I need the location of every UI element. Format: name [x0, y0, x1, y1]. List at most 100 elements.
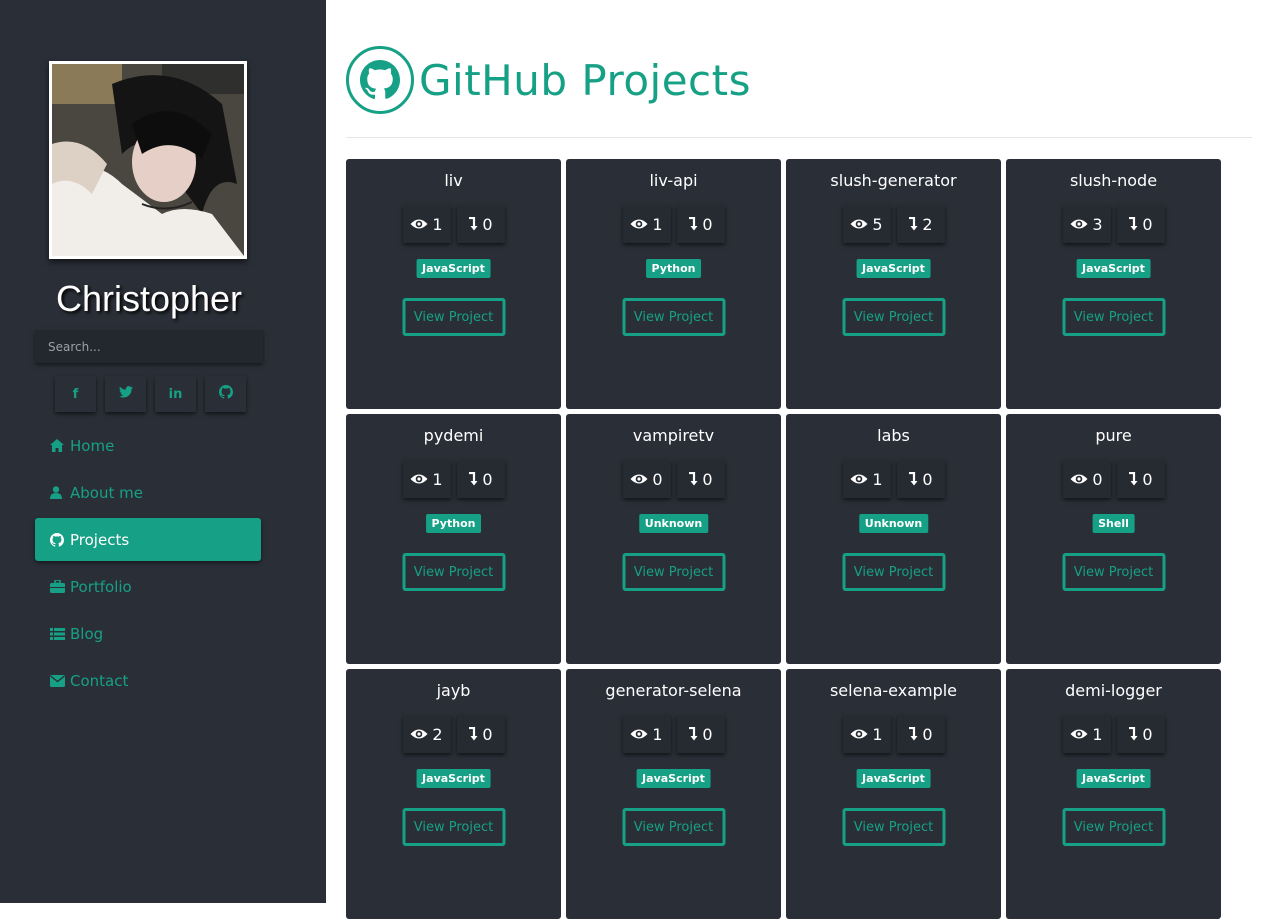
forks-count: 0 — [702, 724, 713, 744]
linkedin-button[interactable]: in — [155, 376, 196, 412]
project-stats: 0 0 — [566, 460, 781, 498]
project-card: pydemi 1 0 Python View Project — [346, 414, 561, 664]
language-badge: JavaScript — [636, 769, 711, 788]
forks-stat: 0 — [896, 715, 945, 753]
fork-icon — [468, 217, 478, 231]
fork-icon — [688, 472, 698, 486]
forks-stat: 0 — [676, 715, 725, 753]
project-card: vampiretv 0 0 Unknown View Project — [566, 414, 781, 664]
view-project-button[interactable]: View Project — [622, 808, 725, 846]
view-project-button[interactable]: View Project — [842, 298, 945, 336]
forks-count: 0 — [1142, 469, 1153, 489]
language-badge: JavaScript — [856, 259, 931, 278]
nav-item-label: Blog — [70, 624, 104, 643]
fork-icon — [908, 217, 918, 231]
list-icon — [50, 627, 65, 640]
linkedin-icon: in — [168, 386, 183, 402]
nav-item-contact[interactable]: Contact — [35, 659, 261, 702]
view-project-button[interactable]: View Project — [622, 553, 725, 591]
fork-icon — [908, 727, 918, 741]
fork-icon — [1128, 217, 1138, 231]
github-icon — [346, 46, 414, 114]
project-stats: 1 0 — [786, 715, 1001, 753]
fork-icon — [468, 727, 478, 741]
eye-icon — [410, 218, 428, 230]
nav-item-projects[interactable]: Projects — [35, 518, 261, 561]
language-badge: Python — [645, 259, 702, 278]
page-title: GitHub Projects — [419, 55, 751, 105]
watchers-stat: 0 — [622, 460, 671, 498]
view-project-button[interactable]: View Project — [1062, 298, 1165, 336]
watchers-stat: 3 — [1062, 205, 1111, 243]
eye-icon — [630, 218, 648, 230]
project-name: liv — [444, 171, 463, 190]
forks-count: 2 — [922, 214, 933, 234]
forks-stat: 0 — [676, 205, 725, 243]
project-card: slush-node 3 0 JavaScript View Project — [1006, 159, 1221, 409]
forks-count: 0 — [1142, 724, 1153, 744]
watchers-count: 5 — [872, 214, 883, 234]
twitter-icon — [118, 386, 133, 402]
view-project-button[interactable]: View Project — [402, 298, 505, 336]
sidebar: Christopher f in Home — [0, 0, 326, 903]
language-badge: Unknown — [858, 514, 929, 533]
view-project-button[interactable]: View Project — [402, 808, 505, 846]
nav-item-label: Portfolio — [70, 577, 132, 596]
nav-item-about[interactable]: About me — [35, 471, 261, 514]
user-name: Christopher — [55, 278, 243, 319]
watchers-stat: 1 — [842, 460, 891, 498]
watchers-count: 1 — [652, 214, 663, 234]
watchers-count: 1 — [872, 724, 883, 744]
eye-icon — [630, 728, 648, 740]
github-icon — [50, 532, 65, 547]
project-card: pure 0 0 Shell View Project — [1006, 414, 1221, 664]
search-input[interactable] — [35, 330, 263, 363]
watchers-count: 3 — [1092, 214, 1103, 234]
project-name: liv-api — [649, 171, 698, 190]
forks-stat: 0 — [1116, 205, 1165, 243]
view-project-button[interactable]: View Project — [1062, 553, 1165, 591]
project-stats: 1 0 — [566, 715, 781, 753]
profile-photo — [49, 61, 247, 259]
language-badge: JavaScript — [1076, 769, 1151, 788]
view-project-button[interactable]: View Project — [842, 553, 945, 591]
language-badge: Python — [425, 514, 482, 533]
nav-item-portfolio[interactable]: Portfolio — [35, 565, 261, 608]
project-grid: liv 1 0 JavaScript View Project liv-api — [346, 159, 1221, 919]
project-card: liv-api 1 0 Python View Project — [566, 159, 781, 409]
fork-icon — [908, 472, 918, 486]
view-project-button[interactable]: View Project — [622, 298, 725, 336]
github-icon — [218, 385, 233, 403]
project-stats: 1 0 — [566, 205, 781, 243]
nav-item-label: Home — [70, 436, 115, 455]
nav-item-blog[interactable]: Blog — [35, 612, 261, 655]
view-project-button[interactable]: View Project — [402, 553, 505, 591]
fork-icon — [688, 217, 698, 231]
project-stats: 2 0 — [346, 715, 561, 753]
nav-item-home[interactable]: Home — [35, 424, 261, 467]
view-project-button[interactable]: View Project — [1062, 808, 1165, 846]
view-project-button[interactable]: View Project — [842, 808, 945, 846]
project-card: generator-selena 1 0 JavaScript View Pro… — [566, 669, 781, 919]
project-name: demi-logger — [1065, 681, 1162, 700]
language-badge: JavaScript — [416, 769, 491, 788]
twitter-button[interactable] — [105, 376, 146, 412]
watchers-stat: 1 — [622, 715, 671, 753]
forks-stat: 0 — [1116, 460, 1165, 498]
forks-stat: 2 — [896, 205, 945, 243]
language-badge: Unknown — [638, 514, 709, 533]
social-links: f in — [55, 376, 246, 412]
forks-count: 0 — [482, 724, 493, 744]
fork-icon — [1128, 727, 1138, 741]
project-name: slush-generator — [830, 171, 957, 190]
project-stats: 1 0 — [346, 460, 561, 498]
forks-count: 0 — [482, 214, 493, 234]
language-badge: JavaScript — [416, 259, 491, 278]
facebook-button[interactable]: f — [55, 376, 96, 412]
project-name: generator-selena — [605, 681, 742, 700]
fork-icon — [468, 472, 478, 486]
github-button[interactable] — [205, 376, 246, 412]
forks-count: 0 — [922, 724, 933, 744]
nav-item-label: Projects — [70, 530, 130, 549]
watchers-stat: 1 — [622, 205, 671, 243]
